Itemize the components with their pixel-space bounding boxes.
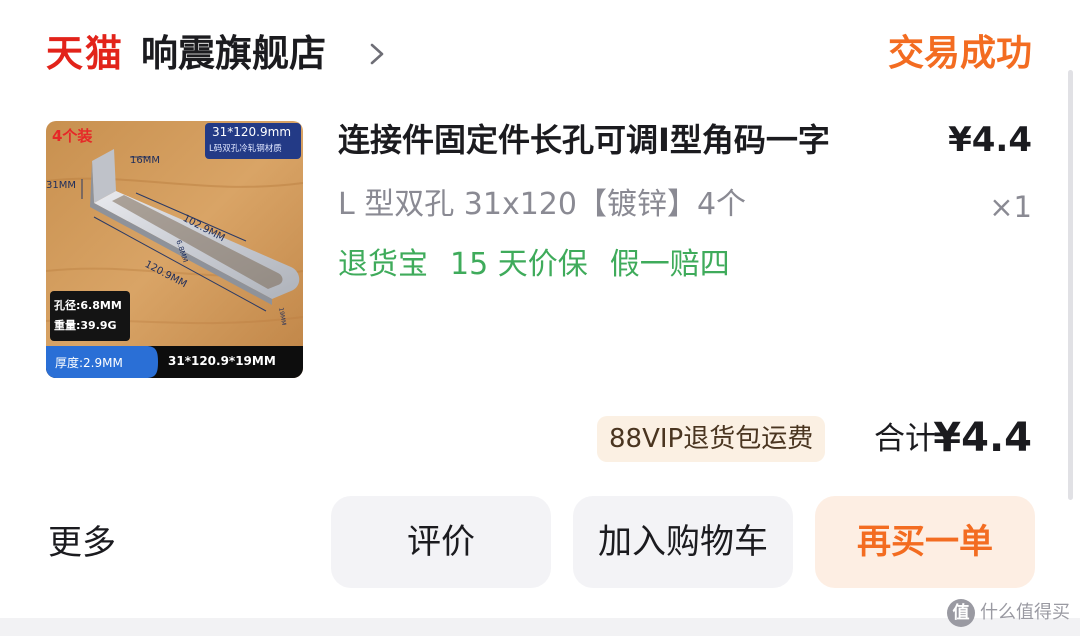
service-tag-return: 退货宝: [338, 247, 428, 282]
size-label: 31*120.9mm: [212, 125, 292, 139]
tmall-logo: 天猫: [46, 32, 124, 75]
product-title[interactable]: 连接件固定件长孔可调I型角码一字: [338, 118, 830, 162]
material-label: L码双孔冷轧钢材质: [209, 144, 282, 154]
order-header: 天猫 响震旗舰店 交易成功: [0, 0, 1080, 100]
hole-diameter-label: 孔径:6.8MM: [54, 299, 122, 312]
watermark: 值 什么值得买: [947, 598, 1070, 628]
watermark-text: 什么值得买: [980, 602, 1070, 623]
review-button[interactable]: 评价: [331, 496, 551, 588]
product-thumbnail[interactable]: 4个装 31*120.9mm L码双孔冷轧钢材质 16MM 31MM 102.9…: [46, 121, 303, 378]
thickness-label: 厚度:2.9MM: [55, 356, 123, 370]
service-tags: 退货宝 15 天价保 假一赔四: [338, 244, 730, 286]
chevron-right-icon[interactable]: [366, 40, 388, 68]
buy-again-button[interactable]: 再买一单: [815, 496, 1035, 588]
more-button[interactable]: 更多: [48, 520, 116, 566]
total-label: 合计: [874, 421, 936, 457]
full-dims-label: 31*120.9*19MM: [168, 354, 276, 368]
add-to-cart-button[interactable]: 加入购物车: [573, 496, 793, 588]
service-tag-price-protect: 15 天价保: [450, 247, 588, 282]
pack-badge: 4个装: [52, 127, 93, 145]
vip-shipping-badge: 88VIP退货包运费: [597, 416, 826, 462]
dim-16-label: 16MM: [130, 155, 160, 166]
product-price: ¥4.4: [948, 120, 1032, 160]
weight-label: 重量:39.9G: [54, 319, 117, 332]
dim-31-label: 31MM: [46, 180, 76, 191]
scrollbar[interactable]: [1068, 70, 1073, 500]
shop-name-link[interactable]: 响震旗舰店: [141, 31, 326, 77]
product-spec: L 型双孔 31x120【镀锌】4个: [338, 187, 747, 222]
order-card: 天猫 响震旗舰店 交易成功 4个装 31*120.9mm L码双孔冷轧钢材质 1…: [0, 0, 1080, 618]
order-status: 交易成功: [887, 33, 1032, 74]
total-amount: ¥4.4: [933, 415, 1032, 461]
smzdm-logo-icon: 值: [947, 599, 975, 627]
service-tag-authentic: 假一赔四: [609, 247, 730, 282]
product-quantity: ×1: [989, 190, 1032, 224]
